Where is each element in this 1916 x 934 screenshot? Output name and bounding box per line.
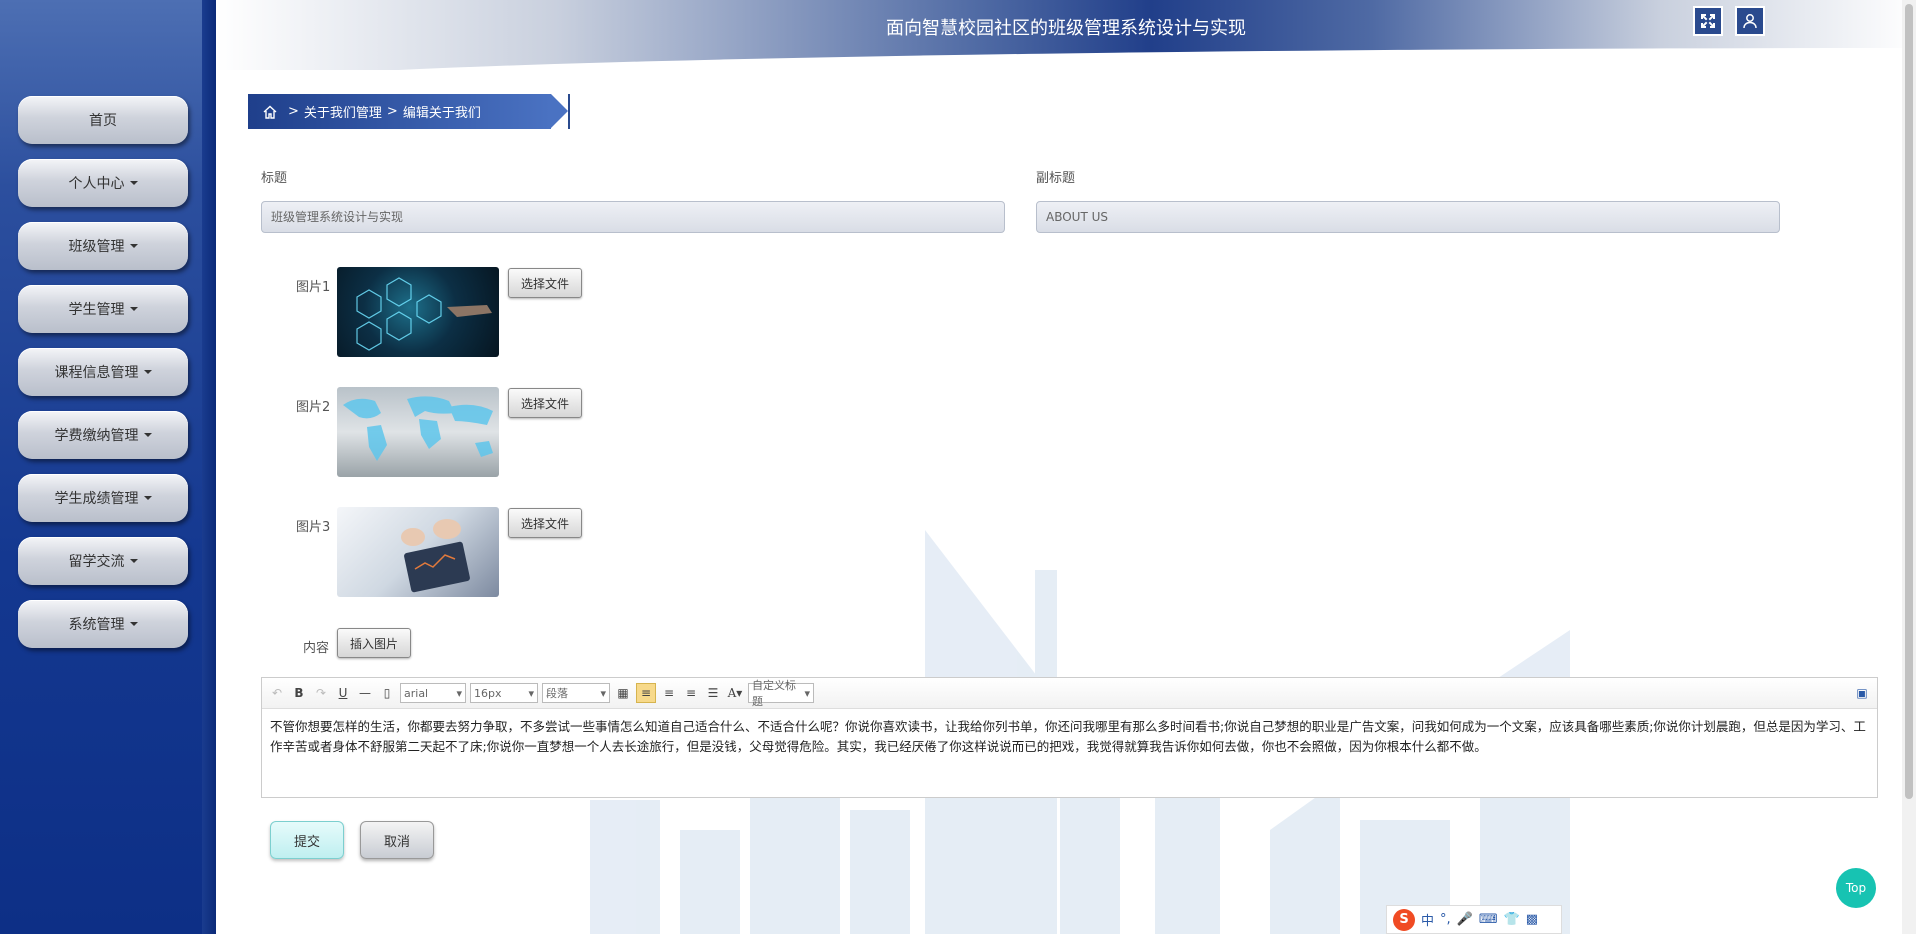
custom-heading-value: 自定义标题 — [752, 679, 796, 708]
custom-heading-select[interactable]: 自定义标题 ▾ — [748, 679, 814, 708]
caret-down-icon — [129, 181, 138, 185]
breadcrumb-separator: > — [386, 104, 398, 119]
font-size-select[interactable]: 16px ▾ — [470, 683, 538, 703]
caret-down-icon — [143, 370, 152, 374]
caret-down-icon — [129, 559, 138, 563]
scrollbar[interactable] — [1902, 0, 1916, 934]
choose-file-button-1[interactable]: 选择文件 — [508, 268, 582, 298]
ime-toolbar: S 中 °, 🎤 ⌨ 👕 ▩ — [1386, 905, 1562, 934]
caret-down-icon — [129, 622, 138, 626]
horizontal-rule-icon[interactable]: — — [356, 684, 374, 702]
caret-down-icon — [143, 496, 152, 500]
sidebar-item-0[interactable]: 首页 — [18, 96, 188, 144]
subtitle-label: 副标题 — [1036, 171, 1076, 186]
chevron-down-icon: ▾ — [804, 686, 810, 700]
source-code-icon[interactable]: ▣ — [1853, 684, 1871, 702]
choose-file-button-3[interactable]: 选择文件 — [508, 508, 582, 538]
breadcrumb: > 关于我们管理 > 编辑关于我们 — [248, 94, 568, 129]
submit-button[interactable]: 提交 — [270, 821, 344, 859]
caret-down-icon — [129, 307, 138, 311]
font-family-value: arial — [404, 686, 429, 700]
keyboard-icon[interactable]: ⌨ — [1479, 912, 1498, 927]
sidebar-item-7[interactable]: 留学交流 — [18, 537, 188, 585]
font-color-icon[interactable]: A▾ — [726, 684, 744, 702]
sidebar-item-label: 学费缴纳管理 — [54, 428, 139, 444]
sidebar-item-label: 班级管理 — [68, 239, 125, 255]
skin-icon[interactable]: 👕 — [1504, 912, 1520, 927]
paragraph-value: 段落 — [546, 687, 568, 700]
chevron-down-icon: ▾ — [456, 686, 462, 700]
align-left-icon[interactable]: ≡ — [636, 683, 656, 703]
image3-preview — [337, 507, 499, 597]
sidebar: 首页个人中心班级管理学生管理课程信息管理 学费缴纳管理 学生成绩管理 留学交流系统管理 — [0, 0, 216, 934]
undo-icon[interactable]: ↶ — [268, 684, 286, 702]
sidebar-item-4[interactable]: 课程信息管理 — [18, 348, 188, 396]
breadcrumb-item-about-manage[interactable]: 关于我们管理 — [304, 102, 382, 121]
title-input[interactable]: 班级管理系统设计与实现 — [261, 201, 1005, 233]
document-icon[interactable]: ▯ — [378, 684, 396, 702]
breadcrumb-separator: > — [288, 104, 299, 119]
caret-down-icon — [143, 433, 152, 437]
image1-preview — [337, 267, 499, 357]
sidebar-item-label: 学生管理 — [68, 302, 125, 318]
align-right-icon[interactable]: ≡ — [660, 684, 678, 702]
sidebar-item-8[interactable]: 系统管理 — [18, 600, 188, 648]
subtitle-input[interactable]: ABOUT US — [1036, 201, 1780, 233]
sidebar-item-label: 系统管理 — [68, 617, 125, 633]
sidebar-item-1[interactable]: 个人中心 — [18, 159, 188, 207]
user-icon[interactable] — [1735, 6, 1765, 36]
underline-icon[interactable]: U — [334, 684, 352, 702]
table-icon[interactable]: ▦ — [614, 684, 632, 702]
align-justify-icon[interactable]: ☰ — [704, 684, 722, 702]
sidebar-item-label: 学生成绩管理 — [54, 491, 139, 507]
cancel-button[interactable]: 取消 — [360, 821, 434, 859]
sidebar-menu: 首页个人中心班级管理学生管理课程信息管理 学费缴纳管理 学生成绩管理 留学交流系统管理 — [18, 96, 188, 663]
punctuation-icon[interactable]: °, — [1440, 912, 1451, 927]
font-family-select[interactable]: arial ▾ — [400, 683, 466, 703]
home-icon[interactable] — [262, 104, 278, 120]
sidebar-item-6[interactable]: 学生成绩管理 — [18, 474, 188, 522]
breadcrumb-item-edit-about: 编辑关于我们 — [402, 106, 481, 121]
editor-content[interactable]: 不管你想要怎样的生活，你都要去努力争取，不多尝试一些事情怎么知道自己适合什么、不… — [262, 709, 1877, 765]
title-label: 标题 — [261, 171, 288, 186]
image2-label: 图片2 — [296, 400, 331, 415]
toolbox-icon[interactable]: ▩ — [1526, 912, 1538, 927]
sidebar-item-5[interactable]: 学费缴纳管理 — [18, 411, 188, 459]
back-to-top-button[interactable]: Top — [1836, 868, 1876, 908]
sidebar-item-3[interactable]: 学生管理 — [18, 285, 188, 333]
sidebar-item-label: 课程信息管理 — [54, 365, 139, 381]
microphone-icon[interactable]: 🎤 — [1457, 912, 1473, 927]
redo-icon[interactable]: ↷ — [312, 684, 330, 702]
paragraph-select[interactable]: 段落 ▾ — [542, 683, 610, 703]
page-title: 面向智慧校园社区的班级管理系统设计与实现 — [886, 18, 1246, 39]
sidebar-item-label: 首页 — [89, 113, 117, 129]
bold-icon[interactable]: B — [290, 684, 308, 702]
align-center-icon[interactable]: ≡ — [682, 684, 700, 702]
caret-down-icon — [129, 244, 138, 248]
fullscreen-icon[interactable] — [1693, 6, 1723, 36]
insert-image-button[interactable]: 插入图片 — [337, 628, 411, 658]
image3-label: 图片3 — [296, 520, 331, 535]
sidebar-item-label: 留学交流 — [68, 554, 125, 570]
sidebar-item-2[interactable]: 班级管理 — [18, 222, 188, 270]
image1-label: 图片1 — [296, 280, 331, 295]
image2-preview — [337, 387, 499, 477]
breadcrumb-divider — [568, 94, 570, 129]
chevron-down-icon: ▾ — [600, 686, 606, 700]
sogou-logo-icon[interactable]: S — [1393, 908, 1415, 931]
scrollbar-thumb[interactable] — [1905, 4, 1913, 799]
font-size-value: 16px — [474, 686, 502, 700]
chevron-down-icon: ▾ — [528, 686, 534, 700]
choose-file-button-2[interactable]: 选择文件 — [508, 388, 582, 418]
rich-text-editor: ↶ B ↷ U — ▯ arial ▾ 16px ▾ 段落 ▾ ▦ ≡ ≡ ≡ ☰ A… — [261, 677, 1878, 798]
editor-toolbar: ↶ B ↷ U — ▯ arial ▾ 16px ▾ 段落 ▾ ▦ ≡ ≡ ≡ ☰ A… — [262, 678, 1877, 709]
content-label: 内容 — [303, 641, 330, 656]
ime-mode[interactable]: 中 — [1421, 910, 1434, 929]
sidebar-item-label: 个人中心 — [68, 176, 125, 192]
